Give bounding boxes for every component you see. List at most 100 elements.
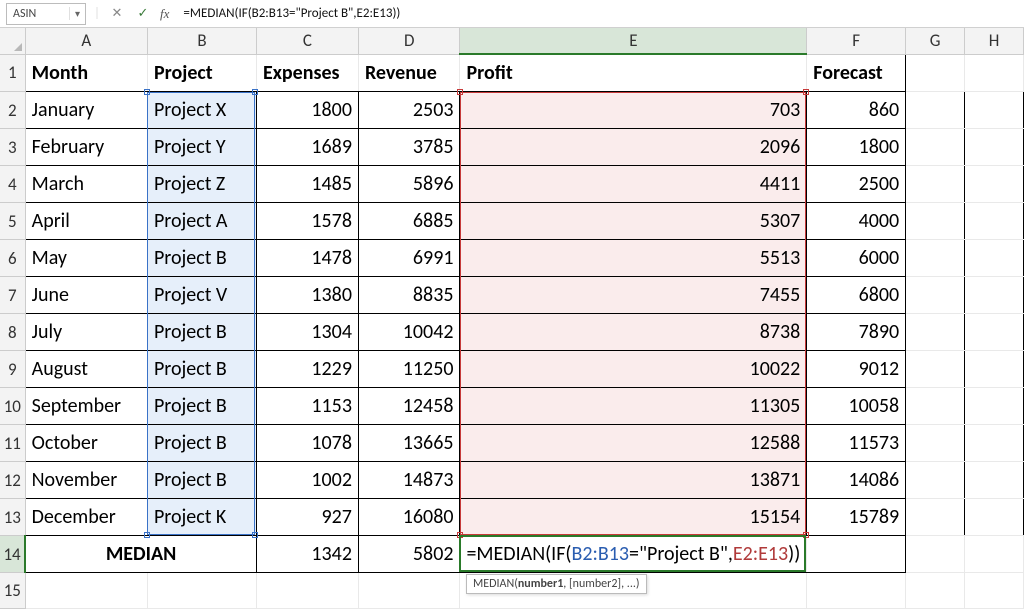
cell-C12[interactable]: 1002 [256, 462, 358, 499]
cell-E5[interactable]: 5307 [460, 203, 807, 240]
cell-E8[interactable]: 8738 [460, 314, 807, 351]
cell-D5[interactable]: 6885 [358, 203, 460, 240]
cell-H15[interactable] [965, 573, 1024, 609]
col-header-D[interactable]: D [358, 28, 460, 54]
accept-formula-icon[interactable]: ✓ [134, 6, 152, 21]
cell-D13[interactable]: 16080 [358, 499, 460, 536]
cell-G3[interactable] [906, 129, 965, 166]
cell-E4[interactable]: 4411 [460, 166, 807, 203]
cell-F10[interactable]: 10058 [807, 388, 906, 425]
cell-G12[interactable] [906, 462, 965, 499]
row-header-14[interactable]: 14 [0, 536, 25, 573]
cell-F13[interactable]: 15789 [807, 499, 906, 536]
cell-G9[interactable] [906, 351, 965, 388]
cell-E14[interactable]: =MEDIAN(IF(B2:B13="Project B",E2:E13)) [460, 536, 807, 573]
cell-E2[interactable]: 703 [460, 92, 807, 129]
cell-H5[interactable] [965, 203, 1024, 240]
cell-D2[interactable]: 2503 [358, 92, 460, 129]
cell-H7[interactable] [965, 277, 1024, 314]
header-cell-H1[interactable] [965, 54, 1024, 92]
row-header-11[interactable]: 11 [0, 425, 25, 462]
col-header-E[interactable]: E [460, 28, 807, 54]
cell-F4[interactable]: 2500 [807, 166, 906, 203]
row-header-5[interactable]: 5 [0, 203, 25, 240]
cell-G10[interactable] [906, 388, 965, 425]
col-header-F[interactable]: F [807, 28, 906, 54]
cell-F11[interactable]: 11573 [807, 425, 906, 462]
header-cell-E1[interactable]: Profit [460, 54, 807, 92]
cell-H13[interactable] [965, 499, 1024, 536]
cell-C5[interactable]: 1578 [256, 203, 358, 240]
cell-H9[interactable] [965, 351, 1024, 388]
cell-H10[interactable] [965, 388, 1024, 425]
cell-B7[interactable]: Project V [147, 277, 256, 314]
cell-A6[interactable]: May [25, 240, 147, 277]
col-header-H[interactable]: H [965, 28, 1024, 54]
row-header-1[interactable]: 1 [0, 54, 25, 92]
row-header-9[interactable]: 9 [0, 351, 25, 388]
cell-G2[interactable] [906, 92, 965, 129]
cell-A11[interactable]: October [25, 425, 147, 462]
cell-H2[interactable] [965, 92, 1024, 129]
header-cell-F1[interactable]: Forecast [807, 54, 906, 92]
cell-B11[interactable]: Project B [147, 425, 256, 462]
cell-G15[interactable] [906, 573, 965, 609]
name-box-dropdown-icon[interactable]: ▾ [69, 7, 85, 20]
cell-D15[interactable] [358, 573, 460, 609]
header-cell-C1[interactable]: Expenses [256, 54, 358, 92]
cell-B10[interactable]: Project B [147, 388, 256, 425]
cell-G13[interactable] [906, 499, 965, 536]
cell-E10[interactable]: 11305 [460, 388, 807, 425]
cell-G4[interactable] [906, 166, 965, 203]
cell-C8[interactable]: 1304 [256, 314, 358, 351]
header-cell-B1[interactable]: Project [147, 54, 256, 92]
cell-D3[interactable]: 3785 [358, 129, 460, 166]
cell-C10[interactable]: 1153 [256, 388, 358, 425]
cell-G5[interactable] [906, 203, 965, 240]
cell-F8[interactable]: 7890 [807, 314, 906, 351]
row-header-3[interactable]: 3 [0, 129, 25, 166]
cell-E12[interactable]: 13871 [460, 462, 807, 499]
cell-H3[interactable] [965, 129, 1024, 166]
cell-F12[interactable]: 14086 [807, 462, 906, 499]
cell-F7[interactable]: 6800 [807, 277, 906, 314]
cell-C4[interactable]: 1485 [256, 166, 358, 203]
header-cell-A1[interactable]: Month [25, 54, 147, 92]
cell-C7[interactable]: 1380 [256, 277, 358, 314]
formula-bar-input[interactable]: =MEDIAN(IF(B2:B13="Project B",E2:E13)) [177, 6, 1018, 21]
cell-A4[interactable]: March [25, 166, 147, 203]
cell-D14[interactable]: 5802 [358, 536, 460, 573]
cell-D6[interactable]: 6991 [358, 240, 460, 277]
cell-F14[interactable] [807, 536, 906, 573]
cell-A3[interactable]: February [25, 129, 147, 166]
cell-D7[interactable]: 8835 [358, 277, 460, 314]
header-cell-G1[interactable] [906, 54, 965, 92]
row-header-12[interactable]: 12 [0, 462, 25, 499]
cell-C6[interactable]: 1478 [256, 240, 358, 277]
cell-E7[interactable]: 7455 [460, 277, 807, 314]
cell-A10[interactable]: September [25, 388, 147, 425]
cell-F5[interactable]: 4000 [807, 203, 906, 240]
cell-H6[interactable] [965, 240, 1024, 277]
cell-H8[interactable] [965, 314, 1024, 351]
row-header-4[interactable]: 4 [0, 166, 25, 203]
cell-A2[interactable]: January [25, 92, 147, 129]
cell-G11[interactable] [906, 425, 965, 462]
cell-C14[interactable]: 1342 [256, 536, 358, 573]
cell-F3[interactable]: 1800 [807, 129, 906, 166]
cell-H14[interactable] [965, 536, 1024, 573]
cell-D9[interactable]: 11250 [358, 351, 460, 388]
cell-B12[interactable]: Project B [147, 462, 256, 499]
cell-G7[interactable] [906, 277, 965, 314]
cell-F9[interactable]: 9012 [807, 351, 906, 388]
cell-H4[interactable] [965, 166, 1024, 203]
cell-H11[interactable] [965, 425, 1024, 462]
cell-G14[interactable] [906, 536, 965, 573]
cell-D4[interactable]: 5896 [358, 166, 460, 203]
cell-B9[interactable]: Project B [147, 351, 256, 388]
cell-B2[interactable]: Project X [147, 92, 256, 129]
cell-A13[interactable]: December [25, 499, 147, 536]
cell-C11[interactable]: 1078 [256, 425, 358, 462]
cell-C13[interactable]: 927 [256, 499, 358, 536]
col-header-A[interactable]: A [25, 28, 147, 54]
